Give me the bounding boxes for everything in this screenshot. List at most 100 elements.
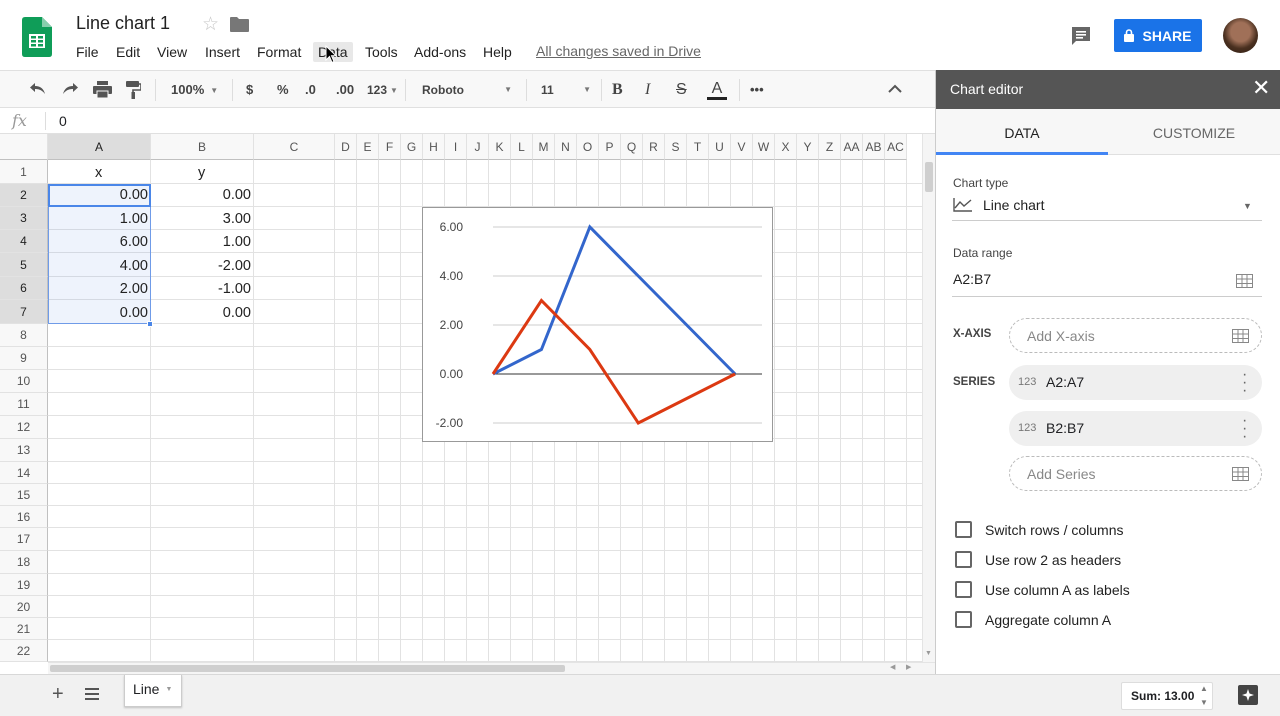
- column-header-J[interactable]: J: [467, 134, 489, 160]
- data-range-input[interactable]: A2:B7: [953, 271, 991, 287]
- chart-series-line-1[interactable]: [492, 224, 737, 376]
- column-header-S[interactable]: S: [665, 134, 687, 160]
- scroll-left-icon[interactable]: ◀: [890, 663, 895, 671]
- column-header-P[interactable]: P: [599, 134, 621, 160]
- menu-edit[interactable]: Edit: [116, 42, 140, 62]
- column-header-M[interactable]: M: [533, 134, 555, 160]
- row-header-18[interactable]: 18: [0, 551, 48, 574]
- tab-customize[interactable]: CUSTOMIZE: [1108, 125, 1280, 141]
- column-header-A[interactable]: A: [48, 134, 151, 160]
- format-currency-button[interactable]: $: [246, 80, 253, 100]
- decrease-decimal-button[interactable]: .0: [305, 80, 316, 100]
- column-header-E[interactable]: E: [357, 134, 379, 160]
- column-header-K[interactable]: K: [489, 134, 511, 160]
- collapse-toolbar-icon[interactable]: [888, 84, 902, 93]
- add-x-axis-field[interactable]: Add X-axis: [1009, 318, 1262, 353]
- horizontal-scroll-thumb[interactable]: [50, 665, 565, 672]
- sheet-tab-line[interactable]: Line ▼: [124, 675, 182, 707]
- folder-icon[interactable]: [230, 17, 249, 32]
- share-button[interactable]: SHARE: [1114, 19, 1202, 52]
- row-header-4[interactable]: 4: [0, 230, 48, 253]
- column-header-B[interactable]: B: [151, 134, 254, 160]
- formula-input[interactable]: 0: [59, 113, 67, 129]
- row-header-7[interactable]: 7: [0, 300, 48, 324]
- menu-insert[interactable]: Insert: [205, 42, 240, 62]
- fill-handle[interactable]: [147, 321, 153, 327]
- row-header-17[interactable]: 17: [0, 528, 48, 551]
- row-header-11[interactable]: 11: [0, 393, 48, 416]
- row-header-10[interactable]: 10: [0, 370, 48, 393]
- column-header-W[interactable]: W: [753, 134, 775, 160]
- menu-view[interactable]: View: [157, 42, 187, 62]
- column-header-AB[interactable]: AB: [863, 134, 885, 160]
- redo-icon[interactable]: [61, 82, 79, 96]
- row-header-6[interactable]: 6: [0, 277, 48, 300]
- increase-decimal-button[interactable]: .00: [336, 80, 354, 100]
- row-header-20[interactable]: 20: [0, 596, 48, 618]
- add-sheet-icon[interactable]: +: [52, 683, 64, 706]
- more-options-icon[interactable]: •••: [750, 80, 764, 100]
- tab-data[interactable]: DATA: [936, 125, 1108, 141]
- comments-icon[interactable]: [1070, 25, 1092, 47]
- cell-A2[interactable]: 0.00: [120, 187, 148, 203]
- undo-icon[interactable]: [29, 82, 47, 96]
- column-header-O[interactable]: O: [577, 134, 599, 160]
- row-header-12[interactable]: 12: [0, 416, 48, 439]
- column-header-H[interactable]: H: [423, 134, 445, 160]
- zoom-select[interactable]: 100% ▼: [171, 80, 218, 100]
- italic-icon[interactable]: I: [645, 80, 650, 100]
- font-family-select[interactable]: Roboto ▼: [422, 80, 512, 100]
- document-title[interactable]: Line chart 1: [76, 13, 170, 34]
- chart-type-caret-icon[interactable]: ▼: [1243, 201, 1252, 211]
- column-header-I[interactable]: I: [445, 134, 467, 160]
- explore-icon[interactable]: [1238, 685, 1258, 705]
- series-item[interactable]: 123 B2:B7 · · ·: [1009, 411, 1262, 446]
- row-header-22[interactable]: 22: [0, 640, 48, 662]
- use-row-headers-checkbox[interactable]: [955, 551, 972, 568]
- row-header-15[interactable]: 15: [0, 484, 48, 506]
- menu-addons[interactable]: Add-ons: [414, 42, 466, 62]
- row-header-21[interactable]: 21: [0, 618, 48, 640]
- bold-icon[interactable]: B: [612, 80, 623, 100]
- menu-file[interactable]: File: [76, 42, 99, 62]
- column-header-Z[interactable]: Z: [819, 134, 841, 160]
- switch-rows-columns-checkbox[interactable]: [955, 521, 972, 538]
- column-header-Y[interactable]: Y: [797, 134, 819, 160]
- more-formats-button[interactable]: 123 ▼: [367, 80, 398, 100]
- sum-indicator[interactable]: Sum: 13.00 ▲ ▼: [1121, 682, 1213, 710]
- cell-A4[interactable]: 6.00: [120, 234, 148, 250]
- text-color-icon[interactable]: A: [707, 80, 727, 100]
- row-header-1[interactable]: 1: [0, 160, 48, 184]
- column-header-F[interactable]: F: [379, 134, 401, 160]
- series-item[interactable]: 123 A2:A7 · · ·: [1009, 365, 1262, 400]
- star-icon[interactable]: ☆: [202, 13, 219, 36]
- column-header-AC[interactable]: AC: [885, 134, 907, 160]
- menu-help[interactable]: Help: [483, 42, 512, 62]
- avatar[interactable]: [1223, 18, 1258, 53]
- row-header-19[interactable]: 19: [0, 574, 48, 596]
- row-header-3[interactable]: 3: [0, 207, 48, 230]
- x-axis-range-icon[interactable]: [1232, 329, 1249, 343]
- row-header-9[interactable]: 9: [0, 347, 48, 370]
- strikethrough-icon[interactable]: S: [676, 80, 687, 100]
- column-header-V[interactable]: V: [731, 134, 753, 160]
- column-header-AA[interactable]: AA: [841, 134, 863, 160]
- row-header-13[interactable]: 13: [0, 439, 48, 462]
- cell-A1[interactable]: x: [95, 165, 102, 181]
- series-menu-icon[interactable]: · · ·: [1242, 413, 1247, 445]
- line-chart[interactable]: 6.00 4.00 2.00 0.00 -2.00: [422, 207, 773, 442]
- row-header-2[interactable]: 2: [0, 184, 48, 207]
- use-column-labels-checkbox[interactable]: [955, 581, 972, 598]
- cell-B7[interactable]: 0.00: [223, 305, 251, 321]
- column-header-G[interactable]: G: [401, 134, 423, 160]
- column-header-N[interactable]: N: [555, 134, 577, 160]
- close-icon[interactable]: ✕: [1252, 77, 1270, 99]
- cell-B5[interactable]: -2.00: [218, 258, 251, 274]
- cell-B4[interactable]: 1.00: [223, 234, 251, 250]
- series-menu-icon[interactable]: · · ·: [1242, 367, 1247, 399]
- paint-format-icon[interactable]: [126, 81, 141, 99]
- vertical-scrollbar[interactable]: ▼: [922, 134, 935, 662]
- scroll-right-icon[interactable]: ▶: [906, 663, 911, 671]
- select-all-corner[interactable]: [0, 134, 48, 160]
- chart-type-select[interactable]: Line chart: [983, 197, 1044, 213]
